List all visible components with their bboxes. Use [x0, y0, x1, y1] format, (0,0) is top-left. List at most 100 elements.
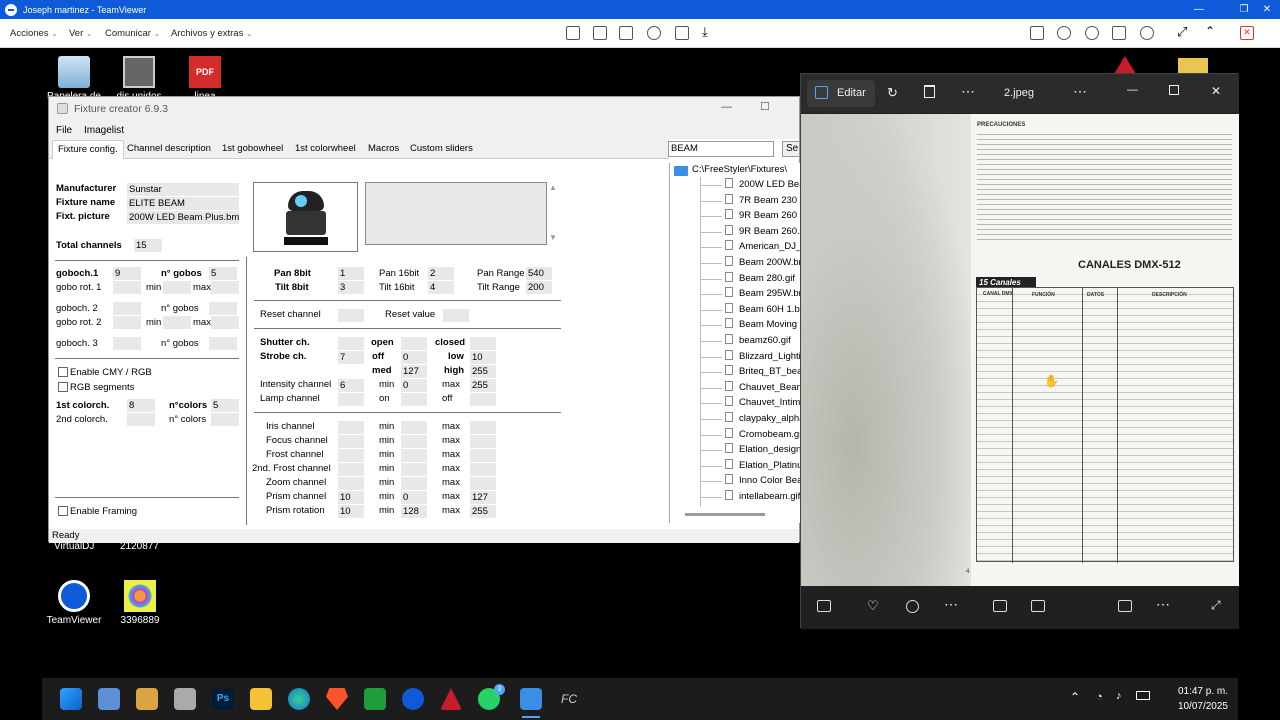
green-app-icon[interactable] — [364, 688, 386, 710]
red-app-icon[interactable] — [440, 688, 462, 710]
goboch1-field[interactable]: 9 — [113, 267, 141, 280]
prism-max-field[interactable]: 127 — [470, 491, 496, 504]
tab-fixture-config[interactable]: Fixture config. — [52, 140, 124, 159]
ncolors-field[interactable]: 5 — [211, 399, 239, 412]
wifi-icon[interactable]: ◔ — [1096, 691, 1103, 703]
menu-imagelist[interactable]: Imagelist — [84, 125, 124, 136]
pan-range-field[interactable]: 540 — [526, 267, 552, 280]
gobo-rot2-min-field[interactable] — [163, 316, 191, 329]
tree-item[interactable]: Elation_Platinum_E — [700, 458, 801, 473]
fixture-name-field[interactable]: ELITE BEAM — [127, 197, 239, 210]
expand-icon[interactable]: ⤢ — [1211, 598, 1221, 613]
teamviewer-taskbar-icon[interactable] — [402, 688, 424, 710]
tilt8-field[interactable]: 3 — [338, 281, 364, 294]
tree-root-label[interactable]: C:\FreeStyler\Fixtures\ — [692, 164, 787, 175]
filmstrip-icon[interactable] — [817, 600, 831, 612]
menu-ver[interactable]: Ver ⌄ — [69, 19, 92, 48]
prism-min-field[interactable]: 0 — [401, 491, 427, 504]
gobo-rot1-max-field[interactable] — [211, 281, 239, 294]
delete-icon[interactable] — [924, 85, 935, 98]
ncolors2-field[interactable] — [211, 413, 239, 426]
fixture-file-tree[interactable]: C:\FreeStyler\Fixtures\ 200W LED Beam P 7… — [669, 163, 801, 523]
scroll-up-icon[interactable]: ▲ — [549, 183, 557, 192]
lamp-field[interactable] — [338, 393, 364, 406]
prism-field[interactable]: 10 — [338, 491, 364, 504]
n-gobos3-field[interactable] — [209, 337, 237, 350]
more-options-icon[interactable]: ⋯ — [1073, 83, 1087, 100]
close-icon[interactable]: ✕ — [1211, 84, 1221, 98]
tree-item[interactable]: Chauvet_Beamba — [700, 380, 801, 395]
start-icon[interactable] — [60, 688, 82, 710]
chevron-up-icon[interactable]: ⌃ — [1070, 690, 1080, 704]
tilt-range-field[interactable]: 200 — [526, 281, 552, 294]
image-viewer-icon[interactable] — [136, 688, 158, 710]
download-icon[interactable]: ⤓ — [702, 25, 716, 39]
colorch2-field[interactable] — [127, 413, 155, 426]
intensity-min-field[interactable]: 0 — [401, 379, 427, 392]
strobe-med-field[interactable]: 127 — [401, 365, 427, 378]
tree-item[interactable]: 200W LED Beam P — [700, 178, 801, 192]
frost2-field[interactable] — [338, 463, 364, 476]
minimize-icon[interactable]: — — [1127, 84, 1138, 96]
colorch1-field[interactable]: 8 — [127, 399, 155, 412]
frost2-min-field[interactable] — [401, 463, 427, 476]
gobo-rot1-field[interactable] — [113, 281, 141, 294]
pan8-field[interactable]: 1 — [338, 267, 364, 280]
visual-search-icon[interactable] — [993, 600, 1007, 612]
desktop-icon-3396889[interactable]: 3396889 — [110, 580, 170, 626]
description-box[interactable] — [365, 182, 547, 245]
scroll-down-icon[interactable]: ▼ — [549, 233, 557, 242]
frost-min-field[interactable] — [401, 449, 427, 462]
enable-cmy-checkbox[interactable] — [58, 367, 68, 377]
minimize-icon[interactable]: — — [1188, 0, 1210, 19]
chat-icon[interactable] — [1057, 26, 1071, 40]
reset-value-field[interactable] — [443, 309, 469, 322]
text-scan-icon[interactable] — [1031, 600, 1045, 612]
rotate-icon[interactable]: ↻ — [887, 85, 898, 101]
clock-time[interactable]: 01:47 p. m. — [1166, 686, 1228, 697]
menu-comunicar[interactable]: Comunicar ⌄ — [105, 19, 160, 48]
zoom-min-field[interactable] — [401, 477, 427, 490]
chevron-up-icon[interactable]: ⌃ — [1205, 24, 1219, 38]
zoom-max-field[interactable] — [470, 477, 496, 490]
menu-archivos[interactable]: Archivos y extras ⌄ — [171, 19, 252, 48]
volume-icon[interactable]: ♪ — [1116, 690, 1122, 702]
tree-item[interactable]: Beam 280.gif — [700, 271, 795, 286]
favorite-icon[interactable]: ♡ — [867, 598, 879, 614]
iris-max-field[interactable] — [470, 421, 496, 434]
keyboard-icon[interactable] — [593, 26, 607, 40]
strobe-high-field[interactable]: 255 — [470, 365, 496, 378]
smiley-icon[interactable] — [1112, 26, 1126, 40]
lamp-on-field[interactable] — [401, 393, 427, 406]
fixture-search-input[interactable]: BEAM — [668, 141, 774, 157]
battery-icon[interactable] — [1136, 691, 1150, 700]
frost2-max-field[interactable] — [470, 463, 496, 476]
minimize-icon[interactable]: — — [721, 101, 732, 113]
intensity-field[interactable]: 6 — [338, 379, 364, 392]
prism-rotation-min-field[interactable]: 128 — [401, 505, 427, 518]
iris-min-field[interactable] — [401, 421, 427, 434]
tree-item[interactable]: Chauvet_Intimidat — [700, 396, 801, 410]
tree-item[interactable]: Beam 295W.bmp — [700, 287, 801, 301]
photo-display[interactable]: PRECAUCIONES CANALES DMX-512 15 Canales … — [801, 114, 1239, 586]
remote-monitor-icon[interactable] — [566, 26, 580, 40]
focus-min-field[interactable] — [401, 435, 427, 448]
prism-rotation-field[interactable]: 10 — [338, 505, 364, 518]
gobo-rot2-max-field[interactable] — [211, 316, 239, 329]
tree-item[interactable]: claypaky_alpha_b — [700, 412, 801, 426]
tree-item[interactable]: Elation_design_be — [700, 443, 801, 457]
search-button[interactable]: Se — [782, 141, 800, 157]
settings-gear-icon[interactable] — [1140, 26, 1154, 40]
intensity-max-field[interactable]: 255 — [470, 379, 496, 392]
tree-item[interactable]: Beam 200W.bmp — [700, 256, 801, 270]
gobo-rot2-field[interactable] — [113, 316, 141, 329]
close-icon[interactable]: ✕ — [1256, 0, 1278, 19]
phone-icon[interactable] — [1085, 26, 1099, 40]
tab-macros[interactable]: Macros — [365, 142, 402, 155]
frost-field[interactable] — [338, 449, 364, 462]
manufacturer-field[interactable]: Sunstar — [127, 183, 239, 196]
tree-item[interactable]: American_DJ_mat — [700, 240, 801, 254]
maximize-icon[interactable] — [1169, 85, 1179, 95]
maximize-icon[interactable]: ☐ — [760, 100, 770, 113]
reset-channel-field[interactable] — [338, 309, 364, 322]
